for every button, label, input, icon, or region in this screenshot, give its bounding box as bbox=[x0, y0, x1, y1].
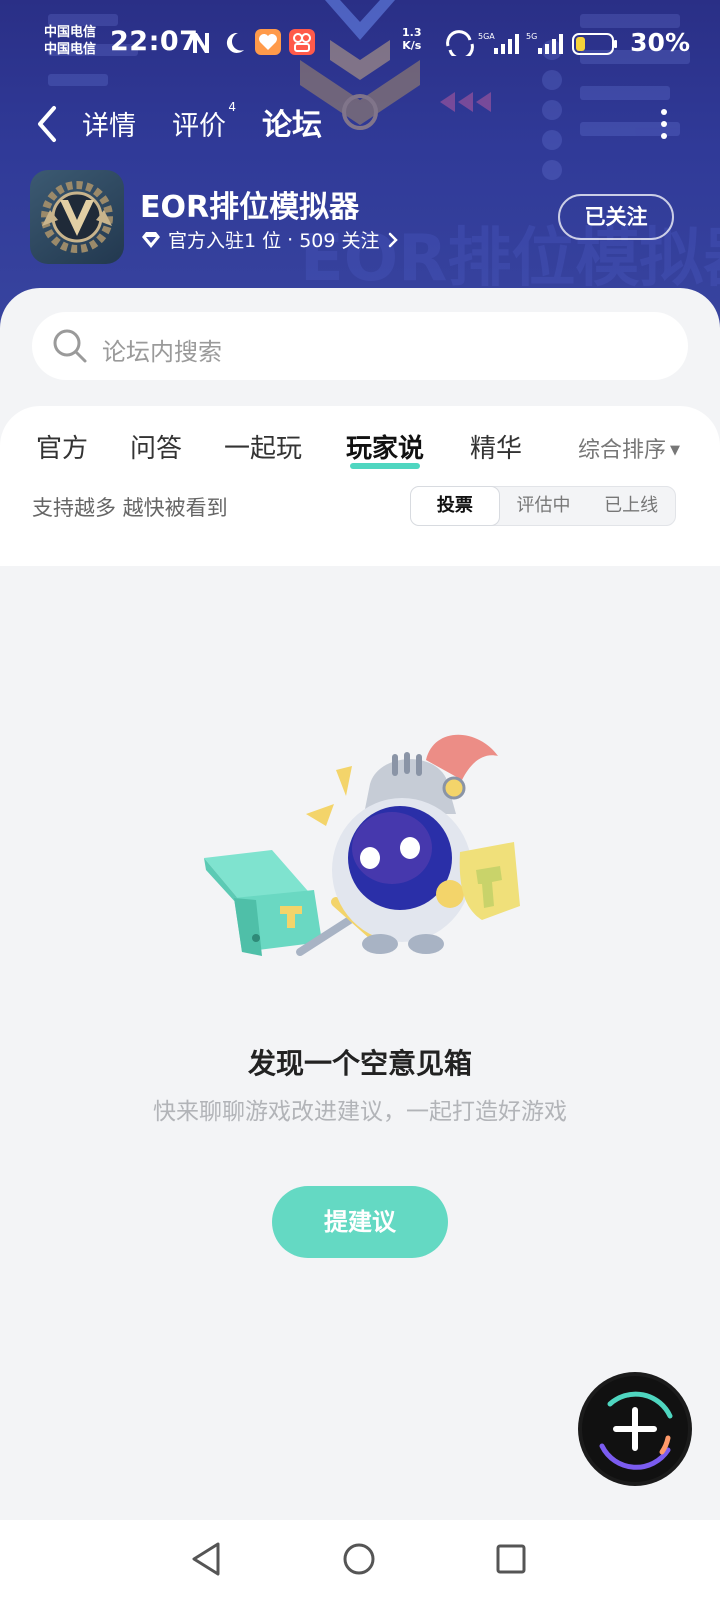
app-info: EOR排位模拟器 官方入驻1 位 · 509 关注 已关注 bbox=[0, 168, 720, 268]
signal-5g-sim2-icon: 5G bbox=[526, 32, 563, 54]
create-post-button[interactable] bbox=[582, 1376, 688, 1482]
forum-content: 论坛内搜索 官方 问答 一起玩 玩家说 精华 综合排序 ▼ 支持越多 越快被看到 … bbox=[0, 288, 720, 1520]
status-segmented-control: 投票 评估中 已上线 bbox=[410, 486, 676, 526]
app-emblem-icon bbox=[41, 181, 113, 253]
forum-tab-player-says-label: 玩家说 bbox=[346, 434, 425, 464]
carrier-2: 中国电信 bbox=[44, 42, 97, 57]
empty-state-description: 快来聊聊游戏改进建议，一起打造好游戏 bbox=[153, 1099, 567, 1125]
signal-5g-sim1-icon: 5GA bbox=[478, 32, 519, 54]
tab-details[interactable]: 详情 bbox=[82, 104, 136, 143]
nfc-icon bbox=[193, 33, 209, 53]
system-home-icon[interactable] bbox=[340, 1540, 378, 1578]
segment-launched[interactable]: 已上线 bbox=[587, 487, 675, 525]
battery-icon bbox=[572, 33, 617, 55]
hotspot-icon bbox=[446, 30, 474, 56]
app-icon[interactable] bbox=[30, 170, 124, 264]
diamond-icon bbox=[142, 231, 160, 248]
system-navigation-bar bbox=[0, 1520, 720, 1598]
system-recents-icon[interactable] bbox=[492, 1540, 530, 1578]
notification-app-icon bbox=[255, 29, 281, 55]
more-options-icon[interactable] bbox=[654, 104, 674, 144]
segment-vote[interactable]: 投票 bbox=[410, 486, 500, 526]
sort-dropdown[interactable]: 综合排序 ▼ bbox=[578, 432, 680, 464]
status-bar: 中国电信 中国电信 22:07 1.3 K/s 5GA 5G 30% bbox=[0, 22, 720, 66]
tab-forum-label: 论坛 bbox=[262, 108, 322, 143]
svg-text:5GA: 5GA bbox=[478, 32, 495, 41]
notification-app2-icon bbox=[289, 29, 315, 55]
search-placeholder: 论坛内搜索 bbox=[102, 338, 222, 366]
forum-tab-play-together[interactable]: 一起玩 bbox=[224, 428, 302, 465]
reviews-count-badge: 4 bbox=[228, 100, 236, 114]
sort-label: 综合排序 bbox=[577, 438, 666, 463]
suggest-button[interactable]: 提建议 bbox=[272, 1186, 448, 1258]
official-count: 官方入驻1 位 bbox=[168, 230, 282, 252]
segment-evaluating[interactable]: 评估中 bbox=[500, 487, 588, 525]
status-time: 22:07 bbox=[110, 26, 199, 57]
empty-state-title: 发现一个空意见箱 bbox=[247, 1047, 472, 1080]
tab-reviews-label: 评价 bbox=[172, 111, 226, 142]
net-speed-unit: K/s bbox=[402, 39, 422, 52]
moon-icon bbox=[226, 32, 244, 53]
forum-tabs-panel: 官方 问答 一起玩 玩家说 精华 综合排序 ▼ 支持越多 越快被看到 投票 评估中… bbox=[0, 406, 720, 566]
net-speed: 1.3 K/s bbox=[402, 26, 422, 52]
carrier-1: 中国电信 bbox=[44, 25, 97, 40]
forum-tab-player-says[interactable]: 玩家说 bbox=[346, 428, 425, 469]
chevron-right-icon bbox=[388, 232, 398, 247]
app-header-banner: EOR排位模拟器 中国电信 中国电信 22:07 1.3 K/s bbox=[0, 0, 720, 330]
net-speed-value: 1.3 bbox=[402, 26, 422, 39]
follow-button[interactable]: 已关注 bbox=[558, 194, 674, 240]
system-back-icon[interactable] bbox=[188, 1540, 226, 1578]
app-name: EOR排位模拟器 bbox=[140, 190, 360, 225]
search-icon bbox=[53, 329, 87, 363]
meta-separator: · bbox=[287, 228, 294, 251]
forum-tab-featured[interactable]: 精华 bbox=[470, 428, 522, 465]
caret-down-icon: ▼ bbox=[670, 443, 680, 458]
plus-icon bbox=[599, 1391, 673, 1470]
svg-text:5G: 5G bbox=[526, 32, 537, 41]
app-meta[interactable]: 官方入驻1 位 · 509 关注 bbox=[140, 226, 400, 253]
back-icon[interactable] bbox=[28, 102, 68, 146]
section-subtitle: 支持越多 越快被看到 bbox=[32, 496, 228, 520]
carrier-labels: 中国电信 中国电信 bbox=[44, 24, 96, 58]
battery-percent: 30% bbox=[630, 28, 690, 57]
empty-state-illustration bbox=[204, 734, 520, 956]
follow-count: 509 关注 bbox=[299, 230, 380, 252]
tab-reviews[interactable]: 评价 4 bbox=[172, 100, 236, 143]
forum-tab-qa[interactable]: 问答 bbox=[130, 428, 182, 465]
tab-forum[interactable]: 论坛 bbox=[262, 100, 322, 148]
forum-tab-official[interactable]: 官方 bbox=[36, 428, 88, 465]
top-navigation: 详情 评价 4 论坛 bbox=[0, 96, 720, 152]
search-input[interactable]: 论坛内搜索 bbox=[32, 312, 688, 380]
